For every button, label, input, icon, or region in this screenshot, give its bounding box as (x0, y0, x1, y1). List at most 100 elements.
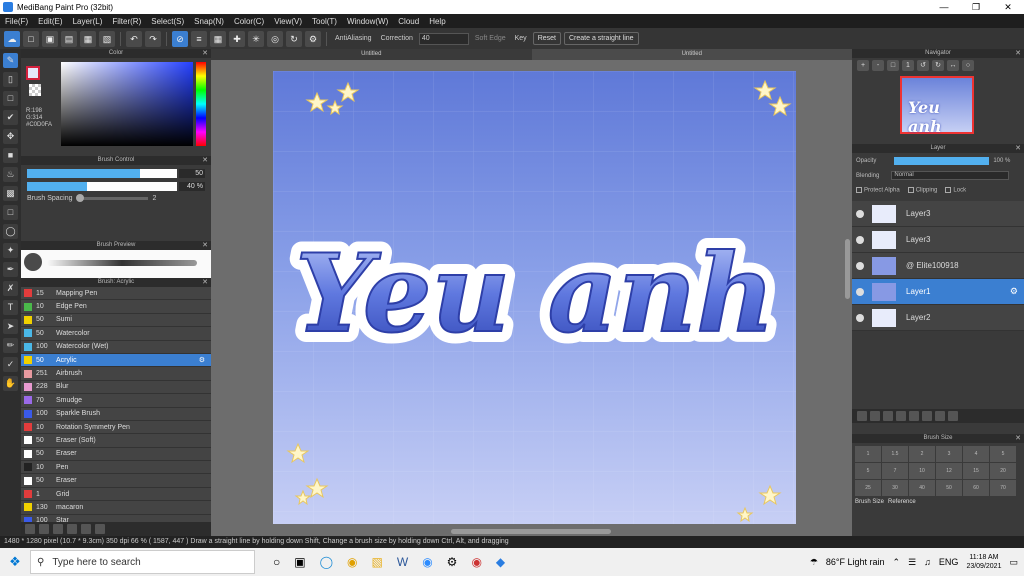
new-folder-icon[interactable] (909, 411, 919, 421)
brush-size-cell[interactable]: 50 (936, 480, 962, 496)
import-brush-icon[interactable] (53, 524, 63, 534)
share-icon[interactable]: ▧ (99, 30, 115, 47)
layer-opacity-slider[interactable] (894, 156, 990, 165)
menu-color[interactable]: Color(C) (229, 17, 269, 26)
tab-untitled-2[interactable]: Untitled (531, 49, 852, 60)
export-icon[interactable]: ▦ (80, 30, 96, 47)
operation-tool-icon[interactable]: ➤ (3, 319, 18, 334)
zoom-actual-icon[interactable]: 1 (902, 60, 914, 71)
brush-size-cell[interactable]: 15 (963, 463, 989, 479)
select-eraser-icon[interactable]: ✗ (3, 281, 18, 296)
brush-size-cell[interactable]: 60 (963, 480, 989, 496)
brush-list-item[interactable]: 251 Airbrush (21, 367, 211, 381)
layer-settings-gear-icon[interactable]: ⚙ (1010, 286, 1018, 297)
brush-size-cell[interactable]: 70 (990, 480, 1016, 496)
snap-radial-icon[interactable]: ✳ (248, 30, 264, 47)
snap-grid-icon[interactable]: ▦ (210, 30, 226, 47)
select-pen-icon[interactable]: ✒ (3, 262, 18, 277)
new-8bit-layer-icon[interactable] (883, 411, 893, 421)
layer-item[interactable]: Layer3 (852, 201, 1024, 227)
maximize-icon[interactable]: ❐ (960, 0, 992, 14)
snap-circle-icon[interactable]: ◎ (267, 30, 283, 47)
shape-tool-icon[interactable]: ■ (3, 148, 18, 163)
text-tool-icon[interactable]: T (3, 300, 18, 315)
menu-help[interactable]: Help (424, 17, 450, 26)
rotate-left-icon[interactable]: ↺ (917, 60, 929, 71)
layer-item[interactable]: Layer2 (852, 305, 1024, 331)
fill-tool-icon[interactable]: ♨ (3, 167, 18, 182)
zoom-icon[interactable]: ◉ (422, 555, 432, 569)
panel-close-icon[interactable]: ✕ (1015, 434, 1021, 443)
delete-layer-icon[interactable] (948, 411, 958, 421)
brush-size-value[interactable]: 50 (179, 169, 205, 178)
menu-select[interactable]: Select(S) (146, 17, 189, 26)
tab-brush-size[interactable]: Brush Size (855, 499, 884, 505)
brush-list-item[interactable]: 100 Watercolor (Wet) (21, 340, 211, 354)
primary-color-swatch[interactable] (26, 66, 40, 80)
visibility-eye-icon[interactable] (856, 261, 864, 270)
drawing-canvas[interactable]: Yeu anh Yeu anh (273, 71, 796, 524)
menu-snap[interactable]: Snap(N) (189, 17, 229, 26)
spacing-knob[interactable] (75, 194, 84, 202)
brush-settings-icon[interactable]: ⚙ (199, 356, 205, 364)
weather-text[interactable]: 86°F Light rain (826, 557, 885, 567)
visibility-eye-icon[interactable] (856, 313, 864, 322)
volume-icon[interactable]: ♫ (924, 557, 931, 567)
menu-view[interactable]: View(V) (269, 17, 307, 26)
brush-opacity-slider[interactable] (27, 182, 178, 191)
redo-icon[interactable]: ↷ (145, 30, 161, 47)
navigator-thumbnail[interactable]: Yeu anh (900, 76, 974, 136)
panel-close-icon[interactable]: ✕ (1015, 49, 1021, 58)
brush-size-cell[interactable]: 4 (963, 446, 989, 462)
hand-tool-icon[interactable]: ✋ (3, 376, 18, 391)
brush-list-item[interactable]: 10 Pen (21, 461, 211, 475)
brush-size-cell[interactable]: 20 (990, 463, 1016, 479)
cortana-icon[interactable]: ○ (273, 555, 280, 569)
eraser-tool-icon[interactable]: ▯ (3, 72, 18, 87)
brush-group-icon[interactable] (39, 524, 49, 534)
save-icon[interactable]: ▤ (61, 30, 77, 47)
lasso-tool-icon[interactable]: ✔ (3, 110, 18, 125)
brush-size-cell[interactable]: 1.5 (882, 446, 908, 462)
blending-select[interactable]: Normal (891, 171, 1010, 180)
minimize-icon[interactable]: — (928, 0, 960, 14)
tab-reference[interactable]: Reference (888, 499, 916, 505)
brush-list-item[interactable]: 50 Sumi (21, 313, 211, 328)
eyedropper-icon[interactable]: ✓ (3, 357, 18, 372)
hue-slider[interactable] (196, 62, 206, 146)
delete-brush-icon[interactable] (95, 524, 105, 534)
brush-size-cell[interactable]: 5 (990, 446, 1016, 462)
gradient-tool-icon[interactable]: ▩ (3, 186, 18, 201)
snap-parallel-icon[interactable]: ≡ (191, 30, 207, 47)
layer-item[interactable]: Layer3 (852, 227, 1024, 253)
move-tool-icon[interactable]: ✥ (3, 129, 18, 144)
saturation-value-picker[interactable] (61, 62, 193, 146)
brush-spacing-slider[interactable] (75, 194, 148, 202)
snap-off-icon[interactable]: ⊘ (172, 30, 188, 47)
flip-icon[interactable]: ↔ (947, 60, 959, 71)
network-icon[interactable]: ☰ (908, 557, 916, 568)
horizontal-scrollbar[interactable] (451, 529, 611, 534)
medibang-icon[interactable]: ◆ (496, 555, 505, 569)
panel-close-icon[interactable]: ✕ (202, 241, 208, 250)
brush-list-item[interactable]: 50 Eraser (21, 447, 211, 462)
undo-icon[interactable]: ↶ (126, 30, 142, 47)
visibility-eye-icon[interactable] (856, 209, 864, 218)
weather-icon[interactable]: ☂ (810, 557, 818, 568)
panel-close-icon[interactable]: ✕ (202, 49, 208, 58)
straight-line-button[interactable]: Create a straight line (563, 32, 639, 45)
snap-cross-icon[interactable]: ✚ (229, 30, 245, 47)
visibility-eye-icon[interactable] (856, 235, 864, 244)
reset-button[interactable]: Reset (532, 32, 561, 45)
brush-list-item[interactable]: 10 Rotation Symmetry Pen (21, 420, 211, 435)
fit-icon[interactable]: □ (887, 60, 899, 71)
layer-item[interactable]: @ Elite100918 (852, 253, 1024, 279)
layer-settings-icon[interactable] (935, 411, 945, 421)
menu-file[interactable]: File(F) (0, 17, 33, 26)
duplicate-layer-icon[interactable] (896, 411, 906, 421)
snap-settings-icon[interactable]: ⚙ (305, 30, 321, 47)
soft-edge-checkbox[interactable]: Soft Edge (472, 35, 509, 42)
notification-icon[interactable]: ▭ (1009, 557, 1018, 568)
word-icon[interactable]: W (397, 555, 408, 569)
protect-alpha-checkbox[interactable]: Protect Alpha (856, 186, 900, 193)
